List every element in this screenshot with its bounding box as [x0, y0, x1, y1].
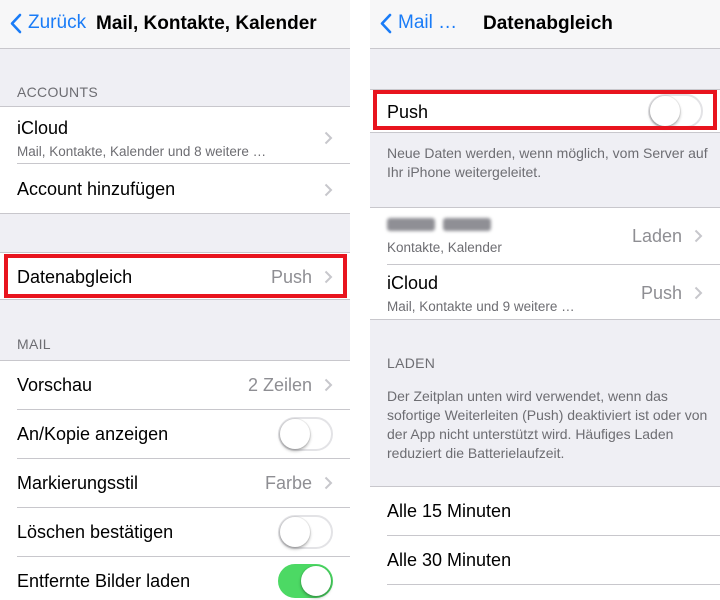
account-label: iCloud — [387, 273, 439, 293]
separator — [387, 584, 720, 585]
load-images-label: Entfernte Bilder laden — [17, 571, 191, 591]
accounts-group: Kontakte, Kalender Laden iCloud Mail, Ko… — [370, 207, 720, 320]
chevron-right-icon — [324, 131, 333, 145]
account-fetch-value: Laden — [631, 226, 682, 246]
back-label: Mail … — [398, 12, 458, 33]
chevron-left-icon — [10, 13, 22, 33]
page-title: Datenabgleich — [483, 13, 613, 34]
account-subtitle: Mail, Kontakte, Kalender und 8 weitere … — [17, 144, 267, 159]
load-images-row: Entfernte Bilder laden — [0, 557, 350, 600]
interval-label: Alle 15 Minuten — [387, 501, 512, 521]
show-cc-toggle[interactable] — [278, 417, 333, 451]
accounts-header: ACCOUNTS — [17, 84, 98, 100]
chevron-right-icon — [694, 229, 703, 243]
back-button[interactable]: Zurück — [10, 12, 86, 34]
toggle-knob — [280, 419, 310, 449]
account-row-icloud[interactable]: iCloud Mail, Kontakte, Kalender und 8 we… — [0, 107, 350, 163]
chevron-right-icon — [324, 183, 333, 197]
account-label: iCloud — [17, 118, 69, 138]
accounts-group: iCloud Mail, Kontakte, Kalender und 8 we… — [0, 106, 350, 214]
highlight-box — [4, 254, 347, 298]
preview-row[interactable]: Vorschau 2 Zeilen — [0, 361, 350, 409]
preview-value: 2 Zeilen — [247, 375, 312, 395]
screen-divider — [350, 0, 370, 600]
back-button[interactable]: Mail … — [380, 12, 457, 34]
ask-delete-toggle[interactable] — [278, 515, 333, 549]
page-title: Mail, Kontakte, Kalender — [96, 13, 317, 34]
ask-delete-label: Löschen bestätigen — [17, 522, 174, 542]
flag-style-label: Markierungsstil — [17, 473, 139, 493]
chevron-right-icon — [324, 476, 333, 490]
show-cc-row: An/Kopie anzeigen — [0, 410, 350, 458]
fetch-footer: Der Zeitplan unten wird verwendet, wenn … — [387, 388, 708, 461]
toggle-knob — [280, 517, 310, 547]
blurred-account-name — [387, 216, 499, 233]
highlight-box — [373, 90, 717, 130]
toggle-knob — [301, 566, 331, 596]
fetch-header: LADEN — [387, 355, 436, 371]
chevron-left-icon — [380, 13, 392, 33]
add-account-label: Account hinzufügen — [17, 179, 176, 199]
left-screen: Zurück Mail, Kontakte, Kalender ACCOUNTS… — [0, 0, 350, 600]
account-row-blurred[interactable]: Kontakte, Kalender Laden — [370, 208, 720, 264]
nav-bar: Mail … Datenabgleich — [370, 0, 720, 49]
chevron-right-icon — [324, 378, 333, 392]
right-screen: Mail … Datenabgleich Push Neue Daten wer… — [370, 0, 720, 600]
interval-row[interactable]: Alle 30 Minuten — [370, 536, 720, 584]
interval-group: Alle 15 Minuten Alle 30 Minuten — [370, 486, 720, 600]
account-row-icloud[interactable]: iCloud Mail, Kontakte und 9 weitere … Pu… — [370, 265, 720, 320]
show-cc-label: An/Kopie anzeigen — [17, 424, 169, 444]
interval-row[interactable]: Alle 15 Minuten — [370, 487, 720, 535]
preview-label: Vorschau — [17, 375, 93, 395]
account-fetch-value: Push — [640, 283, 682, 303]
account-subtitle: Kontakte, Kalender — [387, 240, 502, 255]
nav-bar: Zurück Mail, Kontakte, Kalender — [0, 0, 350, 49]
mail-header: MAIL — [17, 336, 51, 352]
add-account-row[interactable]: Account hinzufügen — [0, 164, 350, 214]
mail-group: Vorschau 2 Zeilen An/Kopie anzeigen Mark… — [0, 360, 350, 600]
back-label: Zurück — [28, 12, 87, 33]
push-footer: Neue Daten werden, wenn möglich, vom Ser… — [387, 145, 708, 180]
ask-delete-row: Löschen bestätigen — [0, 508, 350, 556]
chevron-right-icon — [694, 286, 703, 300]
load-images-toggle[interactable] — [278, 564, 333, 598]
flag-style-row[interactable]: Markierungsstil Farbe — [0, 459, 350, 507]
account-subtitle: Mail, Kontakte und 9 weitere … — [387, 299, 575, 314]
flag-style-value: Farbe — [264, 473, 312, 493]
interval-label: Alle 30 Minuten — [387, 550, 512, 570]
